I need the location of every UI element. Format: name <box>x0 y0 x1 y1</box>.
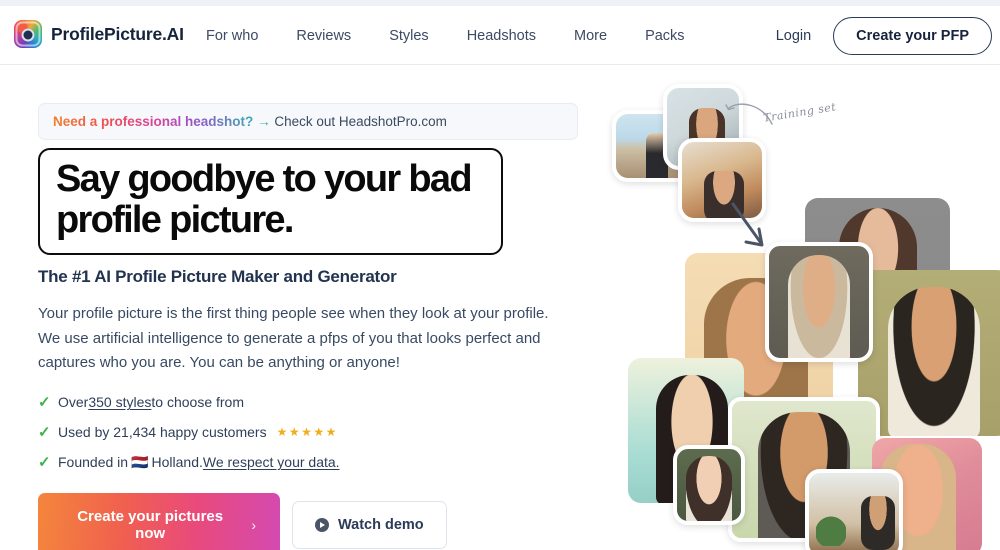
star-rating-icon: ★★★★★ <box>276 425 338 440</box>
promo-banner-strong: Need a professional headshot? <box>53 114 254 129</box>
cta-row: Create your pictures now › Watch demo <box>38 493 586 550</box>
headshotpro-promo-banner[interactable]: Need a professional headshot? → Check ou… <box>38 103 578 140</box>
play-circle-icon <box>315 518 329 533</box>
create-pictures-button[interactable]: Create your pictures now › <box>38 493 280 550</box>
check-icon: ✓ <box>38 454 51 472</box>
generated-photo-center-highlight <box>765 242 873 362</box>
nav-item-for-who[interactable]: For who <box>206 28 258 44</box>
watch-demo-label: Watch demo <box>338 517 424 534</box>
training-photo-shop <box>678 138 766 222</box>
site-header: ProfilePicture.AI For who Reviews Styles… <box>0 6 1000 65</box>
feature-prefix: Used by 21,434 happy customers <box>58 424 267 441</box>
feature-prefix: Over <box>58 394 89 411</box>
hero-image-collage: Training set <box>600 70 1000 550</box>
nav-item-more[interactable]: More <box>574 28 607 44</box>
nav-item-headshots[interactable]: Headshots <box>467 28 536 44</box>
hero-subheadline: The #1 AI Profile Picture Maker and Gene… <box>38 267 397 287</box>
arrow-right-icon: → <box>257 114 271 129</box>
brand-name: ProfilePicture.AI <box>51 23 184 44</box>
page-root: ProfilePicture.AI For who Reviews Styles… <box>0 0 1000 550</box>
camera-gradient-logo-icon <box>14 20 42 48</box>
nav-item-styles[interactable]: Styles <box>389 28 429 44</box>
list-item: ✓ Used by 21,434 happy customers ★★★★★ <box>38 423 586 441</box>
login-link[interactable]: Login <box>768 22 819 50</box>
create-pictures-label: Create your pictures now <box>77 508 224 543</box>
list-item: ✓ Founded in 🇳🇱 Holland. We respect your… <box>38 453 586 472</box>
page-title-line2: profile picture. <box>56 198 294 241</box>
watch-demo-button[interactable]: Watch demo <box>292 501 447 550</box>
chevron-right-icon: › <box>251 517 256 534</box>
promo-banner-text: Check out HeadshotPro.com <box>274 114 447 129</box>
feature-list: ✓ Over 350 styles to choose from ✓ Used … <box>38 393 586 471</box>
header-actions: Login Create your PFP <box>768 17 992 55</box>
generated-photo-cafe <box>805 469 903 550</box>
feature-prefix: Founded in <box>58 454 129 471</box>
privacy-link[interactable]: We respect your data. <box>203 454 340 470</box>
hero-left-column: Need a professional headshot? → Check ou… <box>38 103 586 550</box>
netherlands-flag-icon: 🇳🇱 <box>131 453 149 470</box>
styles-link[interactable]: 350 styles <box>88 394 151 410</box>
create-pfp-button[interactable]: Create your PFP <box>833 17 992 55</box>
generated-photo-anime <box>673 445 745 525</box>
hero-paragraph: Your profile picture is the first thing … <box>38 305 549 371</box>
training-set-label: Training set <box>762 100 838 125</box>
nav-item-packs[interactable]: Packs <box>645 28 685 44</box>
brand-logo[interactable]: ProfilePicture.AI <box>14 20 184 48</box>
feature-mid: Holland. <box>151 454 203 471</box>
check-icon: ✓ <box>38 424 51 442</box>
list-item: ✓ Over 350 styles to choose from <box>38 393 586 411</box>
page-title-line1: Say goodbye to your bad <box>56 158 473 200</box>
headline-box: Say goodbye to your bad profile picture. <box>38 148 503 256</box>
main-nav: For who Reviews Styles Headshots More Pa… <box>206 28 685 44</box>
feature-suffix: to choose from <box>151 394 244 411</box>
check-icon: ✓ <box>38 394 51 412</box>
nav-item-reviews[interactable]: Reviews <box>296 28 351 44</box>
